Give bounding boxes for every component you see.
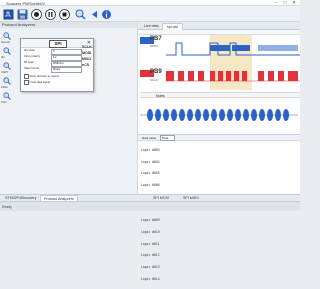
show-all-bytes-checkbox[interactable]: Show all bytes as events [24,74,59,79]
setting-label: Idle state [24,49,35,52]
log-line[interactable]: Logic #005 [141,171,160,176]
tool-label: I2C [1,56,6,59]
log-line[interactable]: Logic #011 [141,242,160,247]
pin-label: MOSI [82,51,92,55]
checkbox-box[interactable] [24,80,29,85]
channel-name[interactable]: PB7 [150,36,162,42]
zoom-in-icon[interactable] [74,8,86,20]
logic-analyzer-icon[interactable] [2,8,14,20]
zoom-icon[interactable] [3,32,11,40]
checkbox-label: Invert data signal [29,80,50,84]
setting-label: Clock polarity [24,55,41,58]
pin-label: SCLK [82,45,92,49]
tool-label: CAN [1,101,7,104]
event-log: Data value Data Logic #003 Logic #004 Lo… [138,134,300,281]
channel-signal: MOSI [150,44,158,48]
invert-data-checkbox[interactable]: Invert data signal [24,80,50,85]
notes-bar[interactable]: Notes [140,92,300,98]
bottom-tabs: STM32F4Discovery Protocol Analyzers SPI … [0,194,300,203]
channel-name[interactable]: PB9 [150,69,162,75]
back-icon[interactable] [88,8,100,20]
stop-icon[interactable] [58,8,70,20]
log-line[interactable]: Logic #013 [141,265,160,270]
zoom-icon[interactable] [3,77,11,85]
status-bar: Ready [0,201,300,211]
tab-live-data[interactable]: Live data [140,23,163,30]
info-icon[interactable] [100,8,112,20]
toolbar [0,6,300,22]
channel-signal: SCLK [150,78,158,82]
notes-label: Notes [156,94,165,98]
tool-label: Decode [1,41,10,44]
pause-icon[interactable] [44,8,56,20]
log-line[interactable]: Logic #012 [141,253,160,258]
status-text: Ready [2,205,12,209]
zoom-icon[interactable] [3,92,11,100]
log-line[interactable]: Logic #014 [141,277,160,282]
setting-label: Value format [24,67,40,70]
analyzer-tool-column: Decode I2C UART 1Wire CAN [0,28,18,200]
tool-label: 1Wire [1,86,8,89]
decoded-bytes-strip[interactable] [140,105,298,125]
waveform-view[interactable] [166,35,300,90]
log-lines: Logic #003 Logic #004 Logic #005 Logic #… [141,141,160,289]
filter-select[interactable]: Data [160,135,175,142]
log-filter-bar: Data value Data [138,135,300,142]
dialog-title: SPI [49,39,67,48]
zoom-icon[interactable] [3,47,11,55]
setting-label: Bit order [24,61,35,64]
checkbox-box[interactable] [24,74,29,79]
filter-label: Data value [142,135,157,140]
log-line[interactable]: Logic #010 [141,230,160,235]
document-tabs: Live data spi.dat [138,22,300,31]
checkbox-label: Show all bytes as events [29,74,60,78]
tool-label: UART [1,71,9,74]
window-title: Scanaxs PMiScraltUV [6,0,46,6]
log-line[interactable]: Logic #003 [141,148,160,153]
pin-label: MISO [82,57,92,61]
log-line[interactable]: Logic #004 [141,160,160,165]
zoom-icon[interactable] [3,62,11,70]
log-line[interactable]: Logic #006 [141,183,160,188]
save-icon[interactable] [16,8,28,20]
log-line[interactable]: Logic #009 [141,218,160,223]
value-format-select[interactable]: Binary [51,67,82,73]
panel-title: Protocol Analyzers [0,22,138,28]
pin-label: nCS [82,63,90,67]
record-icon[interactable] [30,8,42,20]
